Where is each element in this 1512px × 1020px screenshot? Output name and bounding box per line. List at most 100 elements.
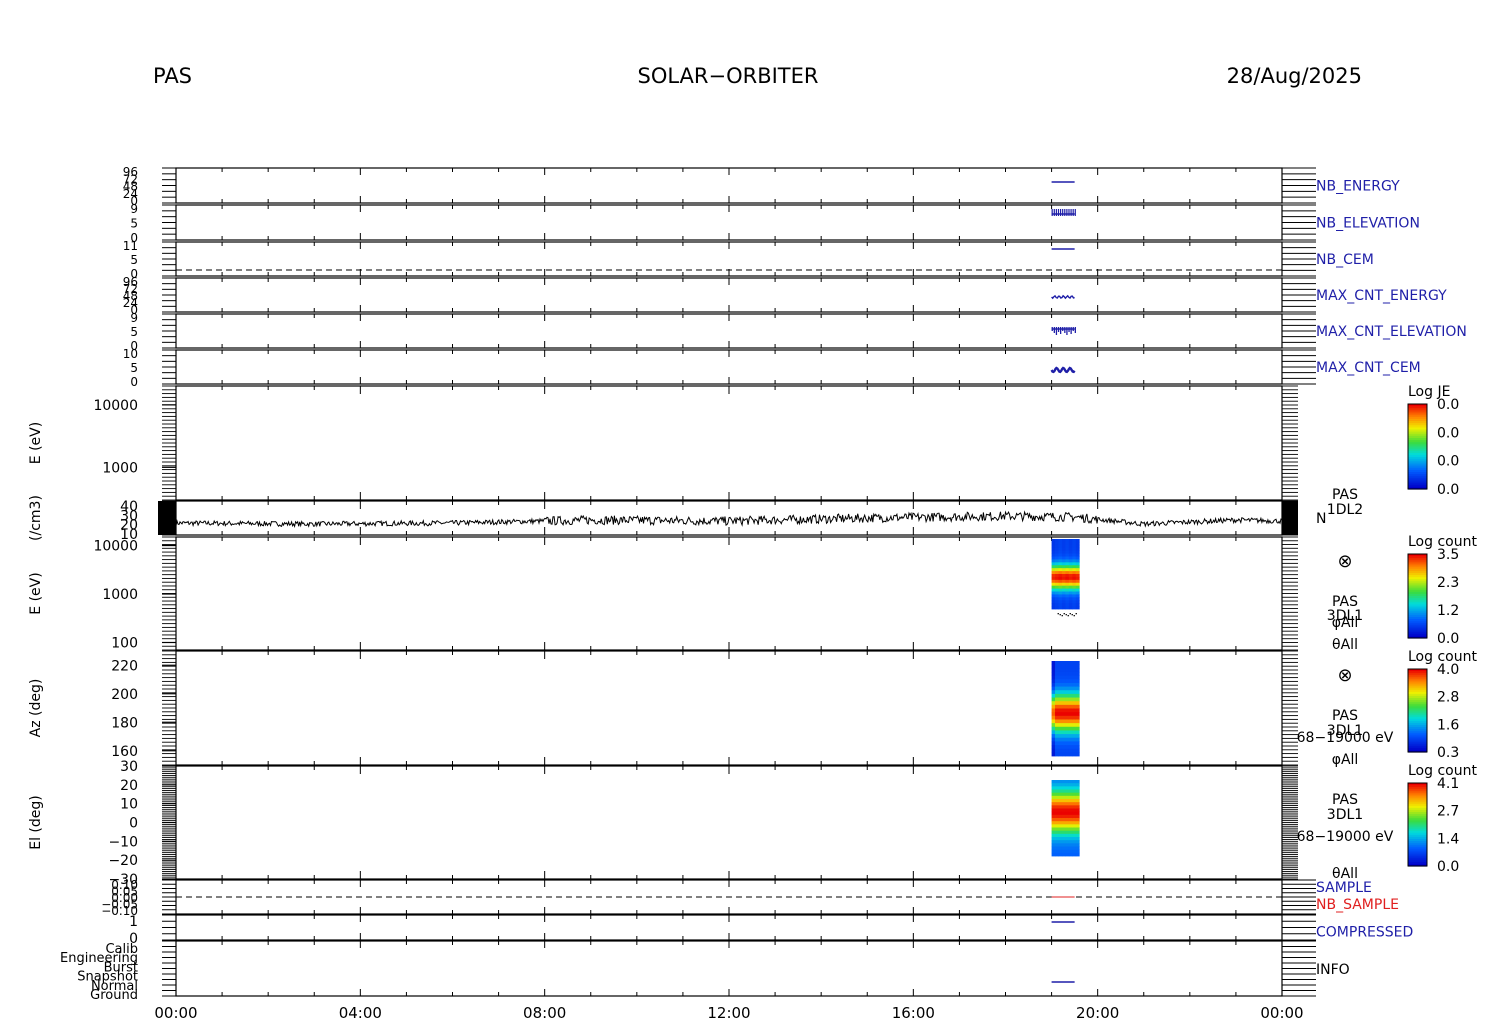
- energy-3dl1-sparse-point: [1071, 614, 1073, 616]
- azimuth-pixel: [1055, 704, 1059, 709]
- azimuth-pixel: [1072, 664, 1077, 669]
- energy-3dl1-pixel: [1051, 559, 1056, 563]
- elevation-colorbar-label: 0.0: [1437, 859, 1459, 875]
- elevation-side-label: 68−19000 eV: [1297, 829, 1394, 845]
- elevation-y-axis-label: El (deg): [28, 795, 44, 850]
- max-cnt-cem-y-tick-label: 0: [130, 375, 138, 389]
- energy-3dl1-pixel: [1065, 541, 1070, 546]
- energy-3dl1-pixel: [1055, 576, 1059, 581]
- energy-3dl1-pixel: [1055, 597, 1059, 601]
- elevation-pixel: [1055, 802, 1059, 806]
- energy-3dl1-pixel: [1072, 606, 1077, 610]
- azimuth-pixel: [1051, 748, 1056, 753]
- elevation-pixel: [1061, 805, 1066, 809]
- azimuth-pixel: [1065, 679, 1070, 684]
- energy-1dl2-colorbar-label: 0.0: [1437, 425, 1459, 441]
- energy-3dl1-pixel: [1058, 585, 1063, 589]
- elevation-pixel: [1051, 837, 1056, 841]
- azimuth-pixel: [1075, 748, 1080, 753]
- azimuth-pixel: [1061, 715, 1066, 720]
- energy-3dl1-pixel: [1055, 541, 1059, 546]
- nb-elevation-data-mark: [1068, 209, 1070, 216]
- azimuth-pixel: [1075, 730, 1080, 735]
- energy-1dl2-y-tick-label: 10000: [93, 398, 138, 414]
- azimuth-pixel: [1068, 708, 1073, 713]
- elevation-pixel: [1055, 837, 1059, 841]
- azimuth-pixel: [1058, 704, 1063, 709]
- elevation-side-label: PAS: [1332, 792, 1358, 808]
- azimuth-pixel: [1055, 697, 1059, 702]
- elevation-pixel: [1058, 808, 1063, 813]
- nb-elevation-y-tick-label: 9: [130, 202, 138, 216]
- azimuth-pixel: [1058, 675, 1063, 680]
- energy-1dl2-colorbar-label: 0.0: [1437, 454, 1459, 470]
- max-cnt-energy-series-line: [1051, 294, 1075, 300]
- elevation-pixel: [1075, 821, 1080, 825]
- elevation-frame: [175, 765, 1283, 880]
- azimuth-pixel: [1075, 664, 1080, 669]
- energy-3dl1-pixel: [1055, 547, 1059, 552]
- energy-3dl1-pixel: [1055, 544, 1059, 549]
- elevation-pixel: [1055, 792, 1059, 797]
- azimuth-pixel: [1065, 671, 1070, 677]
- energy-3dl1-pixel: [1058, 582, 1063, 587]
- energy-3dl1-pixel: [1065, 594, 1070, 598]
- azimuth-side-label: φAll: [1332, 752, 1359, 768]
- energy-3dl1-pixel: [1058, 550, 1063, 554]
- azimuth-pixel: [1061, 737, 1066, 742]
- energy-1dl2-y-axis-label: E (eV): [28, 422, 44, 464]
- energy-3dl1-direction-icon: ⊗: [1337, 551, 1352, 572]
- azimuth-pixel: [1058, 734, 1063, 739]
- elevation-pixel: [1055, 799, 1059, 803]
- azimuth-pixel: [1068, 726, 1073, 731]
- elevation-pixel: [1051, 789, 1056, 794]
- azimuth-pixel: [1065, 715, 1070, 720]
- azimuth-pixel: [1058, 664, 1063, 669]
- elevation-pixel: [1055, 846, 1059, 851]
- energy-3dl1-pixel: [1065, 603, 1070, 607]
- elevation-pixel: [1051, 827, 1056, 832]
- nb-elevation-data-mark: [1053, 209, 1055, 216]
- energy-3dl1-pixel: [1055, 591, 1059, 595]
- elevation-pixel: [1072, 808, 1077, 813]
- elevation-pixel: [1061, 837, 1066, 841]
- azimuth-pixel: [1065, 723, 1070, 728]
- elevation-pixel: [1051, 795, 1056, 800]
- elevation-pixel: [1075, 830, 1080, 835]
- azimuth-pixel: [1068, 679, 1073, 684]
- energy-3dl1-pixel: [1055, 582, 1059, 587]
- energy-3dl1-pixel: [1055, 594, 1059, 598]
- energy-3dl1-pixel: [1065, 556, 1070, 560]
- energy-3dl1-colorbar-label: 2.3: [1437, 575, 1459, 591]
- energy-3dl1-pixel: [1072, 579, 1077, 584]
- elevation-pixel: [1061, 821, 1066, 825]
- elevation-pixel: [1075, 805, 1080, 809]
- energy-3dl1-pixel: [1068, 574, 1073, 578]
- elevation-pixel: [1072, 811, 1077, 816]
- energy-3dl1-pixel: [1068, 556, 1073, 560]
- azimuth-pixel: [1051, 704, 1056, 709]
- azimuth-pixel: [1065, 730, 1070, 735]
- elevation-pixel: [1075, 840, 1080, 844]
- azimuth-y-tick-label: 200: [111, 687, 138, 703]
- energy-3dl1-sparse-point: [1057, 613, 1059, 615]
- energy-3dl1-pixel: [1058, 571, 1063, 575]
- azimuth-pixel: [1075, 712, 1080, 717]
- energy-3dl1-pixel: [1072, 568, 1077, 572]
- azimuth-pixel: [1065, 701, 1070, 706]
- azimuth-direction-icon: ⊗: [1337, 665, 1352, 686]
- azimuth-pixel: [1061, 719, 1066, 724]
- energy-1dl2-colorbar-label: 0.0: [1437, 482, 1459, 498]
- energy-3dl1-y-tick-label: 10000: [93, 539, 138, 555]
- energy-3dl1-pixel: [1061, 591, 1066, 595]
- elevation-pixel: [1061, 780, 1066, 784]
- elevation-pixel: [1058, 789, 1063, 794]
- elevation-pixel: [1058, 849, 1063, 854]
- date-title: 28/Aug/2025: [1227, 64, 1362, 88]
- nb-elevation-data-mark: [1051, 209, 1053, 216]
- azimuth-pixel: [1055, 675, 1059, 680]
- energy-3dl1-pixel: [1075, 571, 1080, 575]
- azimuth-pixel: [1072, 737, 1077, 742]
- energy-3dl1-colorbar-label: 1.2: [1437, 603, 1459, 619]
- elevation-pixel: [1068, 852, 1073, 857]
